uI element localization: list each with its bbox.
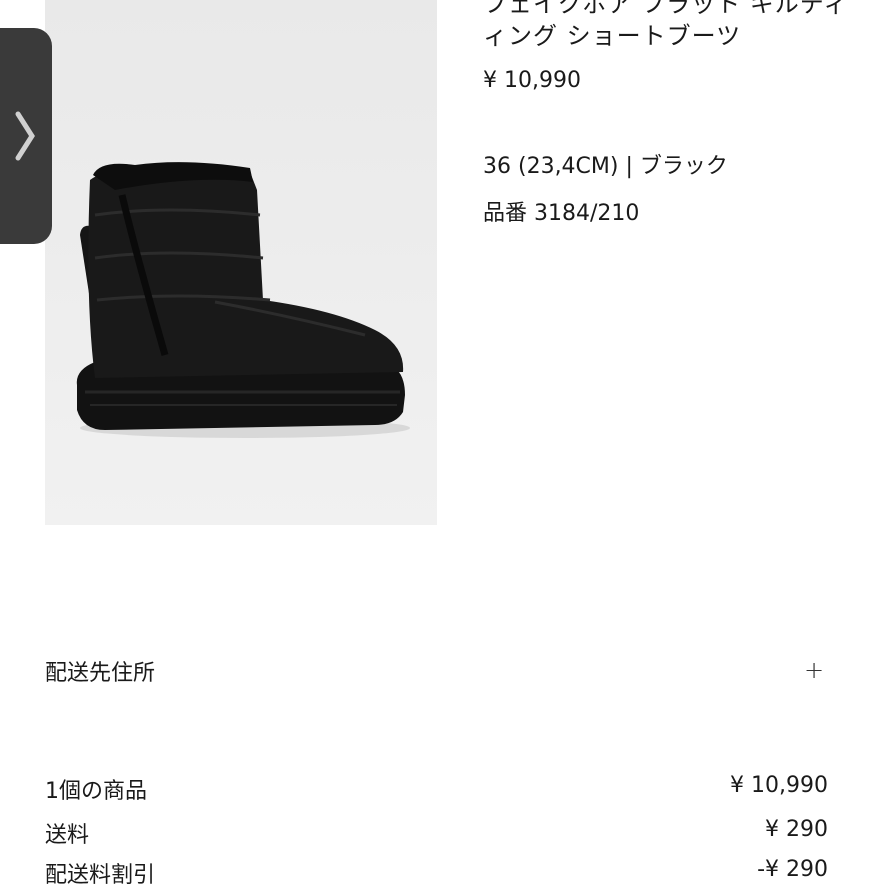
shipping-address-label[interactable]: 配送先住所 [45, 655, 155, 687]
product-reference: 品番 3184/210 [483, 201, 640, 226]
product-variant: 36 (23,4CM) | ブラック [483, 154, 728, 179]
summary-label: 1個の商品 [45, 779, 147, 804]
product-image[interactable] [45, 0, 437, 525]
chevron-right-icon [15, 111, 35, 161]
carousel-next-button[interactable] [0, 28, 52, 244]
plus-icon[interactable]: + [804, 656, 824, 684]
product-title-line-2: ィング ショートブーツ [483, 22, 742, 50]
summary-value: ¥ 290 [765, 817, 828, 842]
summary-label: 配送料割引 [45, 863, 156, 888]
summary-value: -¥ 290 [757, 857, 828, 882]
boot-illustration [76, 162, 410, 438]
summary-value: ¥ 10,990 [730, 773, 828, 798]
product-title-line-1: フェイクボア フラット キルティ [483, 0, 849, 18]
summary-label: 送料 [45, 823, 90, 848]
product-price: ¥ 10,990 [483, 68, 581, 93]
